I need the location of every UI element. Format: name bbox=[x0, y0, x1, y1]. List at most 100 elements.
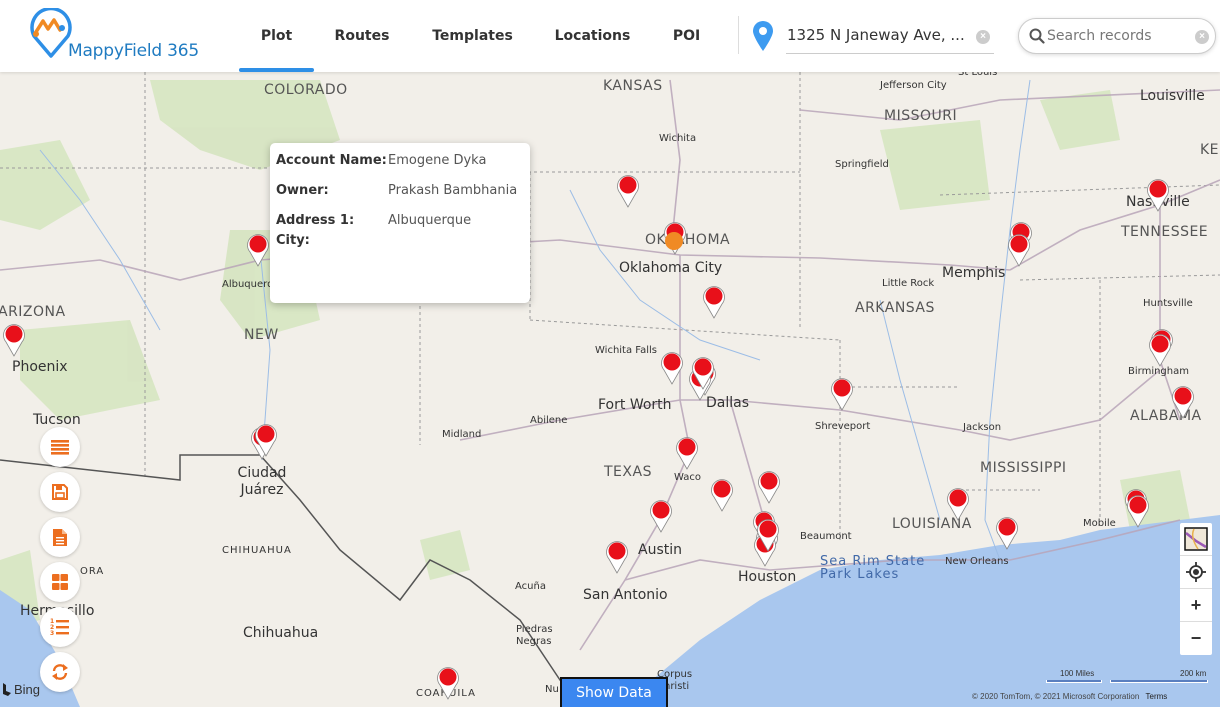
map-label-town: Waco bbox=[674, 472, 701, 483]
map-label-state: COLORADO bbox=[264, 82, 348, 98]
ordered-list-button[interactable]: 1 2 3 bbox=[40, 607, 80, 647]
search-box: × bbox=[1018, 18, 1216, 54]
map-label-state: NEW bbox=[244, 327, 279, 343]
location-pin[interactable] bbox=[710, 478, 734, 512]
pin-icon bbox=[3, 324, 25, 357]
map-label-town: Shreveport bbox=[815, 421, 871, 432]
location-pin[interactable] bbox=[830, 377, 854, 411]
location-pin[interactable] bbox=[605, 540, 629, 574]
nav-divider bbox=[738, 16, 739, 54]
pin-icon bbox=[1127, 495, 1149, 528]
location-pin[interactable] bbox=[1146, 178, 1170, 212]
map-label-town: Springfield bbox=[835, 159, 889, 170]
bing-logo[interactable]: Bing bbox=[2, 682, 40, 697]
tab-locations[interactable]: Locations bbox=[535, 0, 650, 72]
save-button[interactable] bbox=[40, 472, 80, 512]
map-label-town: Wichita Falls bbox=[595, 345, 658, 356]
locate-me-button[interactable] bbox=[1180, 556, 1212, 589]
location-field[interactable]: 1325 N Janeway Ave, ... × bbox=[786, 18, 994, 54]
menu-button[interactable] bbox=[40, 427, 80, 467]
popup-row-owner: Owner: Prakash Bambhania bbox=[276, 181, 524, 201]
location-pin[interactable] bbox=[660, 351, 684, 385]
map-label-town: Abilene bbox=[530, 415, 568, 426]
map-label-town: Little Rock bbox=[882, 278, 935, 289]
zoom-in-button[interactable]: + bbox=[1180, 589, 1212, 622]
record-popup: Account Name: Emogene Dyka Owner: Prakas… bbox=[270, 143, 530, 303]
clear-search-icon[interactable]: × bbox=[1195, 30, 1209, 44]
location-pin[interactable] bbox=[757, 470, 781, 504]
pin-icon bbox=[1147, 179, 1169, 212]
map-label-city: Chihuahua bbox=[243, 625, 319, 641]
map-canvas[interactable]: COLORADO KANSAS MISSOURI OKLAHOMA ARIZON… bbox=[0, 72, 1220, 707]
map-basemap bbox=[0, 72, 1220, 707]
show-data-button[interactable]: Show Data bbox=[560, 677, 668, 707]
map-label-city: Austin bbox=[638, 542, 682, 558]
location-pin[interactable] bbox=[691, 356, 715, 390]
location-pin[interactable] bbox=[254, 423, 278, 457]
map-label-city: Houston bbox=[738, 569, 797, 585]
location-pin[interactable] bbox=[702, 285, 726, 319]
pin-icon bbox=[617, 175, 639, 208]
document-button[interactable] bbox=[40, 517, 80, 557]
pin-icon bbox=[661, 352, 683, 385]
map-label-city: Memphis bbox=[942, 265, 1006, 281]
location-pin[interactable] bbox=[756, 518, 780, 552]
scale-km-label: 200 km bbox=[1180, 669, 1207, 678]
clear-location-icon[interactable]: × bbox=[976, 30, 990, 44]
location-pin[interactable] bbox=[2, 323, 26, 357]
tab-templates[interactable]: Templates bbox=[410, 0, 535, 72]
tab-plot[interactable]: Plot bbox=[239, 0, 314, 72]
zoom-out-button[interactable]: − bbox=[1180, 622, 1212, 655]
popup-row-city: Address 1: City: Albuquerque bbox=[276, 211, 524, 251]
map-label-town: Mobile bbox=[1083, 518, 1116, 529]
map-label-state: OKLAHOMA bbox=[645, 232, 731, 248]
location-pin[interactable] bbox=[1148, 333, 1172, 367]
tab-routes[interactable]: Routes bbox=[314, 0, 410, 72]
app-logo[interactable]: MappyField 365 bbox=[28, 6, 218, 64]
location-pin[interactable] bbox=[1007, 233, 1031, 267]
location-pin[interactable] bbox=[616, 174, 640, 208]
map-label-city: Louisville bbox=[1140, 88, 1205, 104]
map-label-town: Huntsville bbox=[1143, 298, 1193, 309]
map-style-icon bbox=[1184, 527, 1208, 551]
map-label-city: Fort Worth bbox=[598, 397, 672, 413]
location-value: 1325 N Janeway Ave, ... bbox=[787, 26, 965, 44]
map-label-town: New Orleans bbox=[945, 556, 1009, 567]
refresh-button[interactable] bbox=[40, 652, 80, 692]
location-pin[interactable] bbox=[649, 499, 673, 533]
tab-label: Templates bbox=[432, 28, 513, 44]
search-input[interactable] bbox=[1047, 26, 1187, 46]
main-nav: Plot Routes Templates Locations POI bbox=[239, 0, 723, 72]
scale-bar-miles bbox=[1046, 680, 1102, 683]
map-label-state: ARKANSAS bbox=[855, 300, 935, 316]
attribution-text: © 2020 TomTom, © 2021 Microsoft Corporat… bbox=[972, 692, 1140, 701]
location-pin[interactable] bbox=[1126, 494, 1150, 528]
map-label-town: Midland bbox=[442, 429, 482, 440]
pin-icon bbox=[711, 479, 733, 512]
refresh-icon bbox=[52, 664, 68, 680]
popup-label: Address 1: City: bbox=[276, 213, 355, 248]
tab-poi[interactable]: POI bbox=[650, 0, 723, 72]
map-label-state: MISSOURI bbox=[884, 108, 958, 124]
location-pin[interactable] bbox=[675, 436, 699, 470]
selected-location-marker[interactable] bbox=[662, 230, 686, 264]
map-label-state: MISSISSIPPI bbox=[980, 460, 1067, 476]
popup-value: Emogene Dyka bbox=[388, 153, 487, 168]
location-pin[interactable] bbox=[246, 233, 270, 267]
map-label-city: San Antonio bbox=[583, 587, 668, 603]
pin-icon bbox=[1172, 386, 1194, 419]
save-icon bbox=[52, 484, 68, 500]
location-pin[interactable] bbox=[995, 516, 1019, 550]
map-style-button[interactable] bbox=[1180, 523, 1212, 556]
pin-icon bbox=[831, 378, 853, 411]
pin-icon bbox=[692, 357, 714, 390]
layout-button[interactable] bbox=[40, 562, 80, 602]
popup-value: Albuquerque bbox=[388, 213, 472, 228]
location-pin[interactable] bbox=[946, 487, 970, 521]
map-label-town: Jefferson City bbox=[880, 80, 947, 91]
map-label-town: Beaumont bbox=[800, 531, 852, 542]
terms-link[interactable]: Terms bbox=[1146, 692, 1168, 701]
location-pin[interactable] bbox=[1171, 385, 1195, 419]
map-label-state: KEN bbox=[1200, 142, 1220, 158]
location-pin[interactable] bbox=[436, 666, 460, 700]
